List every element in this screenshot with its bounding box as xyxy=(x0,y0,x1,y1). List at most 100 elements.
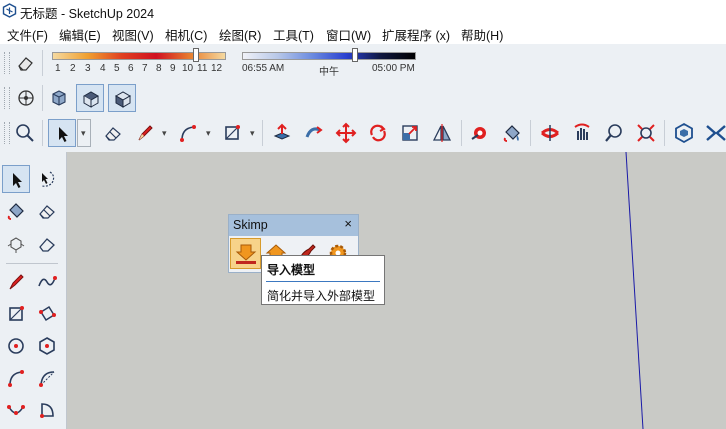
scale-button[interactable] xyxy=(396,119,424,147)
left-eraser-button[interactable] xyxy=(33,197,61,225)
left-arc-button[interactable] xyxy=(2,364,30,392)
freehand-icon xyxy=(38,276,57,287)
modeling-canvas[interactable] xyxy=(67,152,726,429)
import-model-tooltip: 导入模型 简化并导入外部模型 xyxy=(261,255,385,305)
month-label: 6 xyxy=(128,63,134,74)
menu-view[interactable]: 视图(V) xyxy=(112,25,154,44)
pie-button[interactable] xyxy=(33,396,61,424)
left-select-button[interactable] xyxy=(2,165,30,193)
import-model-button[interactable] xyxy=(230,238,261,269)
left-paint-button[interactable] xyxy=(2,197,30,225)
menu-bar: 文件(F) 编辑(E) 视图(V) 相机(C) 绘图(R) 工具(T) 窗口(W… xyxy=(0,22,726,44)
toolbar-separator xyxy=(461,120,462,146)
freehand-button[interactable] xyxy=(33,268,61,296)
front-view-button[interactable] xyxy=(108,84,136,112)
month-label: 10 xyxy=(182,63,194,74)
chevron-down-icon[interactable]: ▾ xyxy=(162,128,167,139)
top-view-button[interactable] xyxy=(76,84,104,112)
three-point-arc-icon xyxy=(7,405,25,415)
skimp-panel-header[interactable]: Skimp × xyxy=(229,215,358,236)
flip-button[interactable] xyxy=(428,119,456,147)
rectangle-button[interactable] xyxy=(218,119,246,147)
eraser-button[interactable] xyxy=(99,119,127,147)
iso-view-icon xyxy=(52,90,66,106)
paint-bucket-button[interactable] xyxy=(498,119,526,147)
protractor-icon xyxy=(432,124,452,142)
polygon-button[interactable] xyxy=(33,332,61,360)
menu-help[interactable]: 帮助(H) xyxy=(461,25,503,44)
month-slider-thumb[interactable] xyxy=(193,48,199,62)
paint-bucket-icon xyxy=(7,203,24,220)
pan-button[interactable] xyxy=(568,119,596,147)
tooltip-description: 简化并导入外部模型 xyxy=(267,289,376,303)
month-label: 2 xyxy=(70,63,76,74)
month-label: 5 xyxy=(114,63,120,74)
eraser-outline-icon xyxy=(39,238,55,252)
circle-icon xyxy=(8,338,24,354)
pie-icon xyxy=(40,403,54,418)
menu-window[interactable]: 窗口(W) xyxy=(326,25,371,44)
toolbar-grip[interactable] xyxy=(4,52,10,74)
time-slider[interactable] xyxy=(242,52,416,60)
zoom-magnifier-icon xyxy=(16,124,34,142)
position-camera-button[interactable] xyxy=(12,84,40,112)
month-label: 9 xyxy=(170,63,176,74)
scale-icon xyxy=(402,125,418,141)
menu-file[interactable]: 文件(F) xyxy=(7,25,48,44)
line-button[interactable] xyxy=(131,119,159,147)
menu-edit[interactable]: 编辑(E) xyxy=(59,25,101,44)
eraser-icon xyxy=(39,205,55,219)
month-label: 3 xyxy=(85,63,91,74)
rotate-button[interactable] xyxy=(364,119,392,147)
left-toolbar xyxy=(0,152,67,429)
two-point-arc-button[interactable] xyxy=(33,364,61,392)
left-eraser-outline-button[interactable] xyxy=(33,230,61,258)
arc-button[interactable] xyxy=(174,119,202,147)
push-pull-button[interactable] xyxy=(268,119,296,147)
front-view-icon xyxy=(114,91,132,108)
toolbar-grip[interactable] xyxy=(4,87,10,109)
zoom-extents-icon xyxy=(637,124,655,142)
menu-camera[interactable]: 相机(C) xyxy=(165,25,207,44)
polygon-icon xyxy=(39,337,55,355)
toolbar-separator xyxy=(42,85,43,111)
select-dropdown-button[interactable]: ▾ xyxy=(77,119,91,147)
lasso-button[interactable] xyxy=(33,165,61,193)
chevron-down-icon[interactable]: ▾ xyxy=(250,128,255,139)
tape-measure-button[interactable] xyxy=(466,119,494,147)
tag-button[interactable] xyxy=(2,230,30,258)
month-slider[interactable] xyxy=(52,52,226,60)
time-label-noon: 中午 xyxy=(319,67,339,78)
left-line-button[interactable] xyxy=(2,268,30,296)
rotated-rectangle-button[interactable] xyxy=(33,300,61,328)
follow-me-button[interactable] xyxy=(300,119,328,147)
select-button[interactable] xyxy=(48,119,76,147)
move-button[interactable] xyxy=(332,119,360,147)
line-icon xyxy=(9,274,24,290)
shadow-eraser-button[interactable] xyxy=(12,49,40,77)
menu-tools[interactable]: 工具(T) xyxy=(273,25,314,44)
toolbar-grip[interactable] xyxy=(4,122,10,144)
circle-button[interactable] xyxy=(2,332,30,360)
rectangle-icon xyxy=(9,306,24,321)
warehouse-button[interactable] xyxy=(670,119,698,147)
window-title: 无标题 - SketchUp 2024 xyxy=(20,7,155,21)
zoom-window-button[interactable] xyxy=(11,119,39,147)
left-rectangle-button[interactable] xyxy=(2,300,30,328)
zoom-button[interactable] xyxy=(600,119,628,147)
zoom-extents-button[interactable] xyxy=(632,119,660,147)
axis-lines xyxy=(625,152,644,429)
time-slider-thumb[interactable] xyxy=(352,48,358,62)
chevron-down-icon[interactable]: ▾ xyxy=(206,128,211,139)
section-plane-icon xyxy=(541,125,559,141)
three-point-arc-button[interactable] xyxy=(2,396,30,424)
rotate-icon xyxy=(370,124,386,142)
month-label: 1 xyxy=(55,63,61,74)
menu-extensions[interactable]: 扩展程序 (x) xyxy=(382,25,450,44)
orbit-icon xyxy=(574,123,590,140)
section-plane-button[interactable] xyxy=(536,119,564,147)
iso-view-button[interactable] xyxy=(45,84,73,112)
extension-button[interactable] xyxy=(702,119,726,147)
close-icon[interactable]: × xyxy=(344,216,352,231)
menu-draw[interactable]: 绘图(R) xyxy=(219,25,261,44)
